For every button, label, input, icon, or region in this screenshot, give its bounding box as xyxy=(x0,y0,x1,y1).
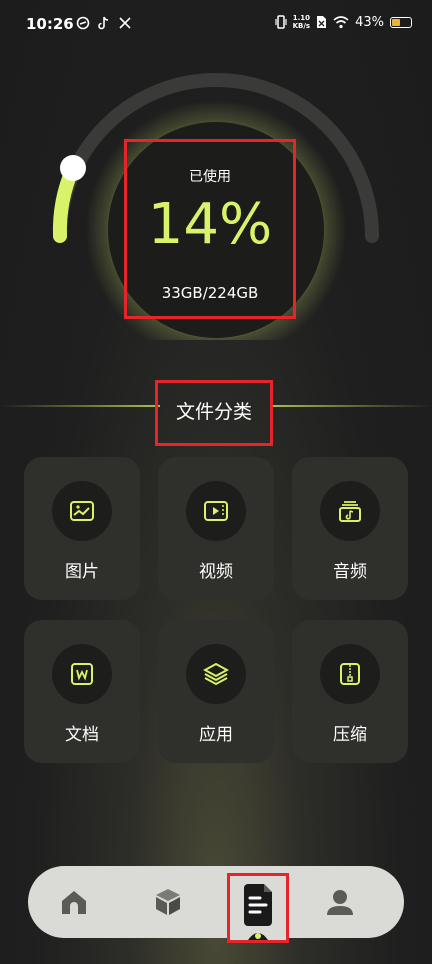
status-right: 1.10 KB/s 43% xyxy=(275,14,412,30)
gauge-handle xyxy=(60,155,86,181)
category-label: 图片 xyxy=(65,562,99,582)
category-label: 音频 xyxy=(333,562,367,582)
used-size: 33GB/224GB xyxy=(161,284,259,302)
speed-unit: KB/s xyxy=(292,22,311,30)
profile-icon xyxy=(327,890,353,915)
category-label: 视频 xyxy=(199,562,233,582)
category-label: 应用 xyxy=(199,725,233,745)
nav-profile[interactable] xyxy=(322,884,358,920)
image-icon xyxy=(70,501,94,521)
category-label: 压缩 xyxy=(333,725,367,745)
status-bar: 10:26 1.10 KB/s 43% xyxy=(0,0,432,52)
video-icon xyxy=(204,501,228,521)
nav-discover[interactable] xyxy=(150,884,186,920)
used-percent: 14% xyxy=(147,192,273,257)
section-divider-right xyxy=(270,405,432,407)
status-time: 10:26 xyxy=(26,15,74,33)
battery-icon xyxy=(390,16,412,28)
audio-icon xyxy=(339,501,361,522)
home-icon xyxy=(62,891,86,914)
network-speed: 1.10 KB/s xyxy=(293,14,310,30)
nav-files-active[interactable] xyxy=(227,873,289,943)
section-title: 文件分类 xyxy=(175,401,252,423)
fan-icon xyxy=(119,17,131,29)
category-tile-images[interactable]: 图片 xyxy=(24,457,140,600)
category-tile-video[interactable]: 视频 xyxy=(158,457,274,600)
speed-value: 1.10 xyxy=(292,14,310,22)
bottom-nav xyxy=(28,866,404,938)
status-notification-icons xyxy=(76,16,132,30)
category-tile-apps[interactable]: 应用 xyxy=(158,620,274,763)
used-label: 已使用 xyxy=(189,169,231,185)
battery-percent: 43% xyxy=(355,14,384,30)
cube-icon xyxy=(156,889,180,915)
category-tile-documents[interactable]: 文档 xyxy=(24,620,140,763)
tiktok-icon xyxy=(98,16,109,30)
section-divider-left xyxy=(0,405,160,407)
notification-app-icon xyxy=(76,16,90,30)
sim-icon xyxy=(317,16,327,28)
wifi-icon xyxy=(333,15,349,28)
nav-home[interactable] xyxy=(56,884,92,920)
category-tile-zip[interactable]: 压缩 xyxy=(292,620,408,763)
vibrate-icon xyxy=(275,15,287,29)
document-icon xyxy=(71,663,93,685)
files-icon xyxy=(244,884,272,940)
zip-icon xyxy=(340,663,360,685)
category-label: 文档 xyxy=(65,725,99,745)
section-title-highlight: 文件分类 xyxy=(155,380,273,446)
storage-usage-highlight: 已使用 14% 33GB/224GB xyxy=(124,139,296,319)
app-layers-icon xyxy=(203,662,229,686)
category-tile-audio[interactable]: 音频 xyxy=(292,457,408,600)
